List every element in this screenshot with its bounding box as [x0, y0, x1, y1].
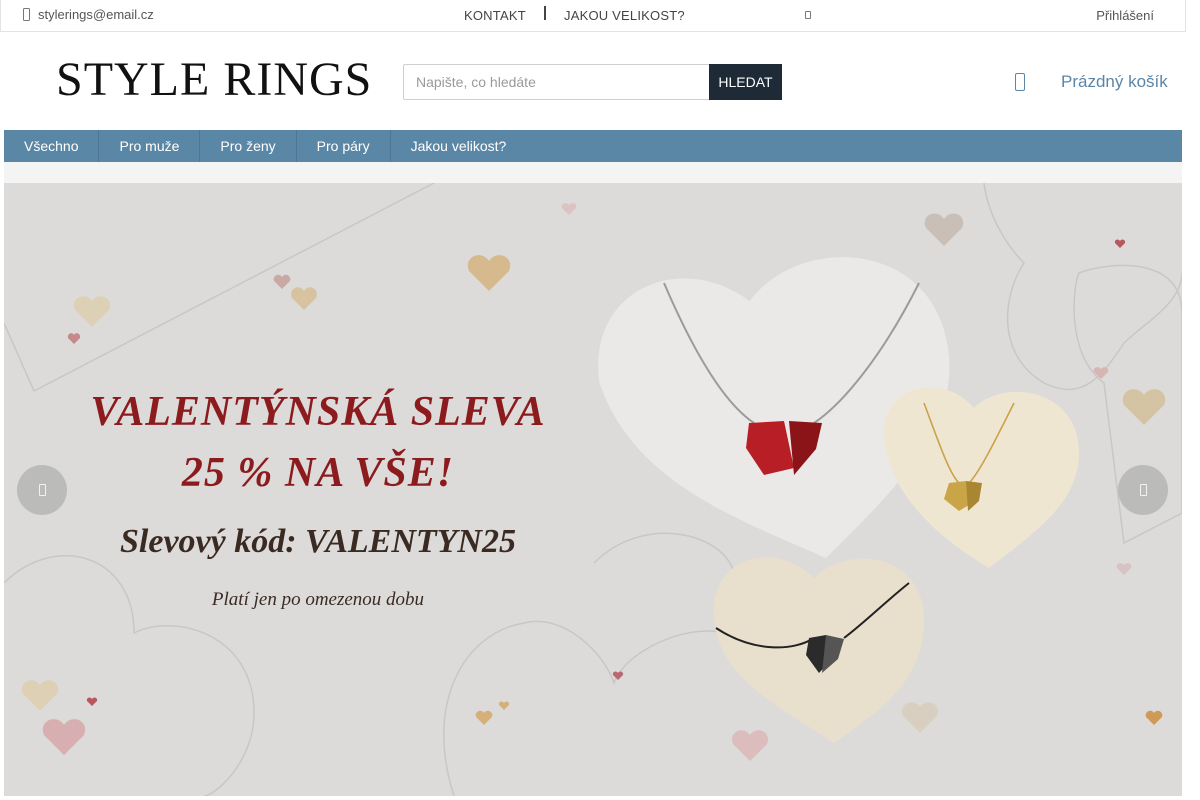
category-nav: Všechno Pro muže Pro ženy Pro páry Jakou…: [4, 130, 1182, 162]
small-heart: [273, 274, 291, 289]
promo-banner[interactable]: VALENTÝNSKÁ SLEVA 25 % NA VŠE! Slevový k…: [4, 183, 1182, 796]
category-jakou-velikost[interactable]: Jakou velikost?: [391, 130, 527, 162]
small-heart: [924, 213, 964, 246]
small-heart: [467, 255, 511, 291]
outline-heart-line: [4, 183, 435, 393]
page: stylerings@email.cz KONTAKT JAKOU VELIKO…: [0, 0, 1200, 800]
slider-prev-button[interactable]: [17, 465, 67, 515]
slider-next-button[interactable]: [1118, 465, 1168, 515]
category-vsechno[interactable]: Všechno: [4, 130, 100, 162]
product-heart-gold: [884, 387, 1079, 568]
top-links-divider: [544, 6, 546, 20]
category-pro-zeny[interactable]: Pro ženy: [200, 130, 297, 162]
banner-top-spacer: [4, 162, 1182, 183]
outline-heart-line: [593, 532, 735, 574]
banner-discount-code: Slevový kód: VALENTYN25: [120, 523, 516, 560]
small-heart: [21, 680, 59, 711]
email-text: stylerings@email.cz: [38, 7, 154, 22]
small-heart: [1145, 710, 1163, 725]
small-heart: [498, 701, 510, 710]
small-heart: [561, 203, 577, 215]
banner-headline: VALENTÝNSKÁ SLEVA: [90, 389, 546, 435]
chevron-right-icon: [1140, 484, 1147, 496]
search-input[interactable]: [403, 64, 709, 100]
small-heart: [291, 287, 317, 310]
small-heart: [1116, 563, 1132, 575]
small-heart: [1114, 239, 1126, 248]
top-link-velikost[interactable]: JAKOU VELIKOST?: [564, 8, 685, 23]
outline-heart-line: [443, 620, 725, 796]
small-heart: [475, 710, 493, 725]
banner-validity-note: Platí jen po omezenou dobu: [211, 589, 425, 610]
user-icon[interactable]: [805, 11, 811, 19]
product-heart-black: [713, 557, 925, 743]
cart-link[interactable]: Prázdný košík: [1061, 72, 1168, 92]
small-heart: [1093, 367, 1109, 379]
small-heart: [901, 702, 939, 733]
small-heart: [73, 296, 111, 327]
chevron-left-icon: [39, 484, 46, 496]
small-heart: [612, 671, 624, 680]
search-form: HLEDAT: [403, 64, 782, 100]
small-heart: [67, 333, 81, 344]
banner-discount: 25 % NA VŠE!: [181, 450, 455, 496]
small-heart: [42, 719, 86, 755]
category-pro-pary[interactable]: Pro páry: [297, 130, 391, 162]
top-link-kontakt[interactable]: KONTAKT: [464, 8, 526, 23]
site-logo[interactable]: STYLE RINGS: [56, 56, 372, 104]
outline-heart-line: [983, 183, 1182, 391]
login-link[interactable]: Přihlášení: [1096, 8, 1154, 23]
phone-icon: [23, 8, 30, 21]
small-heart: [1122, 389, 1166, 425]
search-button[interactable]: HLEDAT: [709, 64, 782, 100]
cart-icon[interactable]: [1015, 73, 1025, 91]
small-heart: [731, 730, 769, 761]
top-bar: stylerings@email.cz KONTAKT JAKOU VELIKO…: [0, 0, 1186, 32]
category-pro-muze[interactable]: Pro muže: [99, 130, 201, 162]
small-heart: [86, 697, 98, 706]
contact-email[interactable]: stylerings@email.cz: [23, 7, 154, 22]
